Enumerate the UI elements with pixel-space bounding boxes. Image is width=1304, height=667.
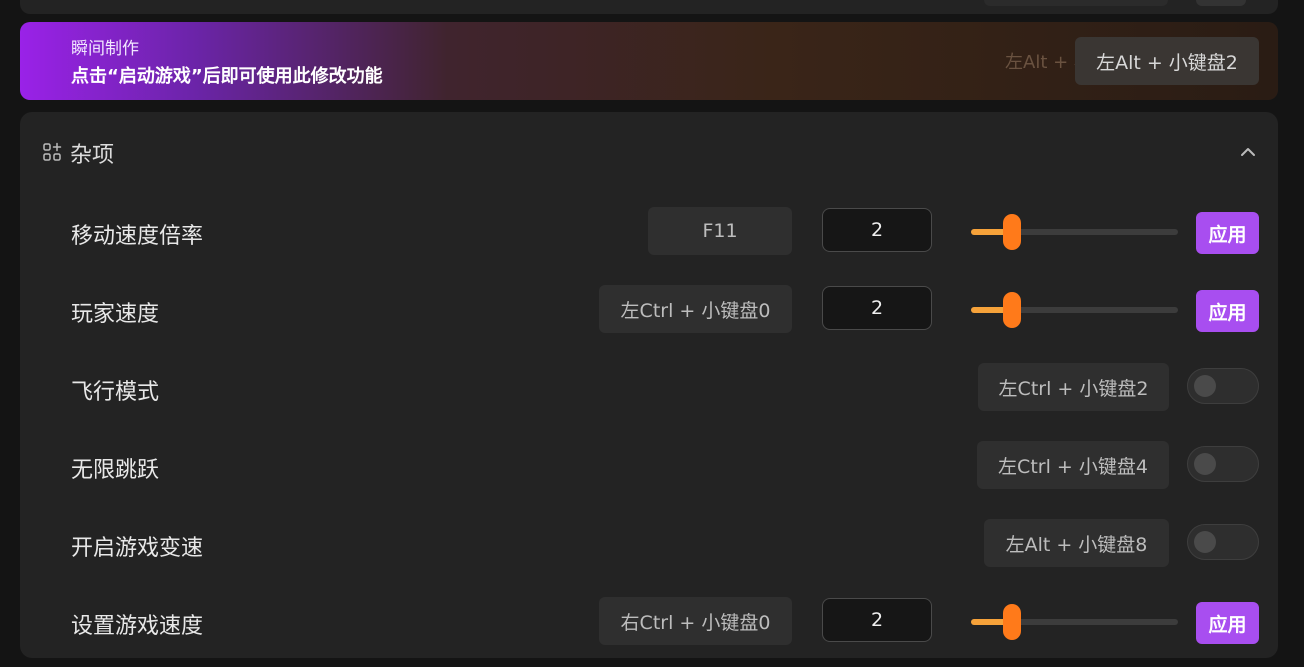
row-label: 开启游戏变速 [71,536,204,561]
row-enable-game-speed: 开启游戏变速 左Alt + 小键盘8 [20,515,1278,575]
slider-thumb[interactable] [1003,604,1022,640]
hotkey-chip[interactable]: 右Ctrl + 小键盘0 [599,597,792,645]
row-set-game-speed: 设置游戏速度 右Ctrl + 小键盘0 2 应用 [20,593,1278,653]
row-fly-mode: 飞行模式 左Ctrl + 小键盘2 [20,359,1278,419]
slider-thumb[interactable] [1003,292,1022,328]
game-speed-toggle[interactable] [1187,524,1259,560]
row-label: 移动速度倍率 [71,224,204,249]
apply-button[interactable]: 应用 [1196,290,1259,332]
previous-section-edge [20,0,1278,14]
apply-button[interactable]: 应用 [1196,602,1259,644]
apply-button[interactable]: 应用 [1196,212,1259,254]
section-header[interactable]: 杂项 [20,112,1278,192]
value-input[interactable]: 2 [822,286,932,330]
fly-mode-toggle[interactable] [1187,368,1259,404]
infinite-jump-toggle[interactable] [1187,446,1259,482]
previous-hotkey-edge [984,0,1168,6]
banner-subtitle: 点击“启动游戏”后即可使用此修改功能 [71,66,383,87]
previous-toggle-edge [1196,0,1246,6]
hotkey-chip[interactable]: 左Alt + 小键盘8 [984,519,1169,567]
section-title: 杂项 [70,143,115,168]
banner-hotkey[interactable]: 左Alt + 小键盘2 [1075,37,1259,85]
hotkey-chip[interactable]: 左Ctrl + 小键盘2 [978,363,1169,411]
value-input[interactable]: 2 [822,208,932,252]
row-label: 设置游戏速度 [71,614,204,639]
toggle-knob [1194,375,1216,397]
row-move-speed-multiplier: 移动速度倍率 F11 2 应用 [20,203,1278,263]
toggle-knob [1194,453,1216,475]
row-label: 无限跳跃 [71,458,160,483]
row-label: 飞行模式 [71,380,160,405]
toggle-knob [1194,531,1216,553]
row-player-speed: 玩家速度 左Ctrl + 小键盘0 2 应用 [20,281,1278,341]
row-infinite-jump: 无限跳跃 左Ctrl + 小键盘4 [20,437,1278,497]
value-slider[interactable] [971,214,1178,250]
slider-thumb[interactable] [1003,214,1022,250]
misc-section: 杂项 移动速度倍率 F11 2 应用 玩家速度 左Ctrl + 小键盘0 2 应… [20,112,1278,658]
hotkey-chip[interactable]: F11 [648,207,792,255]
row-label: 玩家速度 [71,302,160,327]
hotkey-chip[interactable]: 左Ctrl + 小键盘4 [977,441,1169,489]
banner-title: 瞬间制作 [71,39,139,59]
value-input[interactable]: 2 [822,598,932,642]
apps-add-icon [43,142,62,161]
value-slider[interactable] [971,604,1178,640]
hotkey-chip[interactable]: 左Ctrl + 小键盘0 [599,285,792,333]
value-slider[interactable] [971,292,1178,328]
start-game-banner: 瞬间制作 点击“启动游戏”后即可使用此修改功能 左Alt + 小 左Alt + … [20,22,1278,100]
chevron-up-icon[interactable] [1238,142,1258,162]
